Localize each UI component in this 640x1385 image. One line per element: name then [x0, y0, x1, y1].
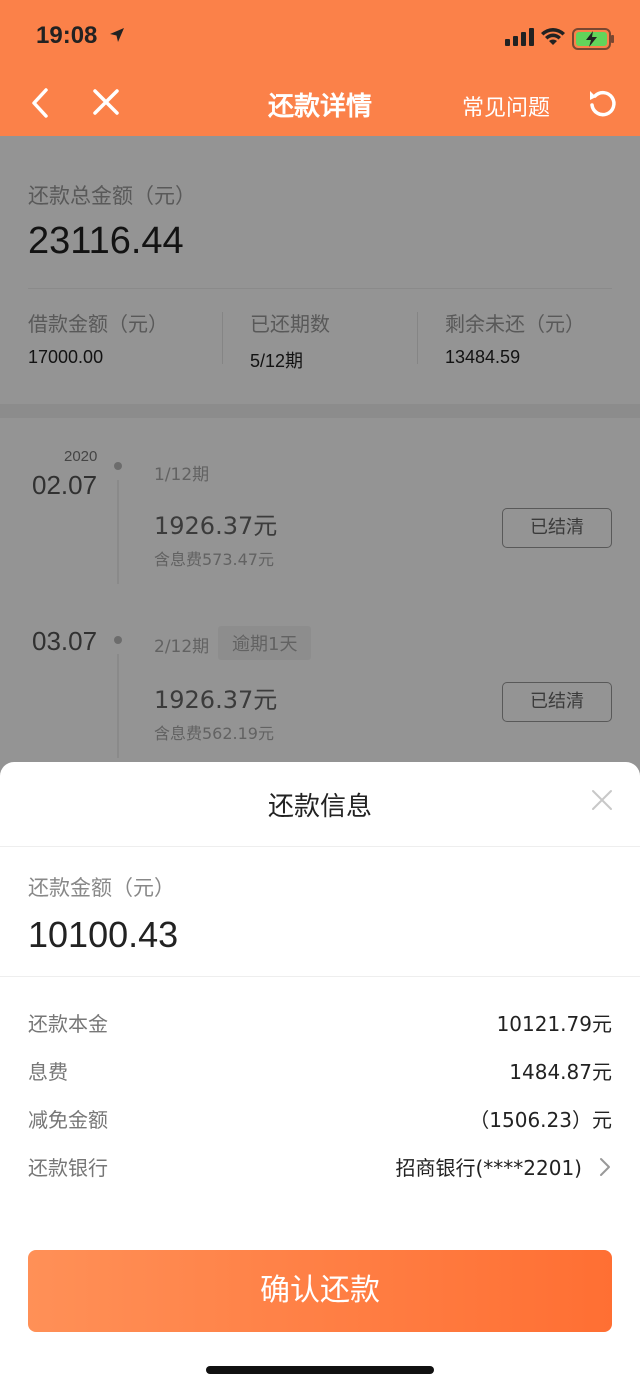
chevron-right-icon[interactable]: [598, 1156, 612, 1178]
repay-amount-label: 还款金额（元）: [28, 876, 175, 900]
row-value: 10121.79元: [496, 1012, 612, 1036]
status-bar: 19:08: [0, 0, 640, 76]
confirm-repay-button[interactable]: 确认还款: [28, 1250, 612, 1332]
row-bank[interactable]: 还款银行 招商银行(****2201): [28, 1152, 612, 1182]
refresh-icon[interactable]: [586, 86, 620, 120]
status-time: 19:08: [36, 22, 98, 49]
divider: [0, 846, 640, 847]
row-label: 还款银行: [28, 1156, 108, 1180]
row-principal: 还款本金 10121.79元: [28, 1008, 612, 1038]
header: 19:08 还款详情 常见问题: [0, 0, 640, 136]
signal-icon: [505, 28, 534, 46]
row-waived: 减免金额 （1506.23）元: [28, 1104, 612, 1134]
divider: [0, 976, 640, 977]
row-value: 1484.87元: [509, 1060, 612, 1084]
bank-value[interactable]: 招商银行(****2201): [395, 1152, 582, 1181]
row-label: 息费: [28, 1060, 68, 1084]
repayment-info-sheet: 还款信息 还款金额（元） 10100.43 还款本金 10121.79元 息费 …: [0, 762, 640, 1385]
sheet-title: 还款信息: [267, 792, 372, 822]
row-value: （1506.23）元: [469, 1108, 612, 1132]
nav-bar: 还款详情 常见问题: [0, 76, 640, 136]
location-arrow-icon: [110, 28, 124, 42]
battery-charging-icon: [572, 28, 614, 50]
wifi-icon: [541, 28, 565, 45]
home-indicator[interactable]: [206, 1366, 434, 1374]
row-interest-fee: 息费 1484.87元: [28, 1056, 612, 1086]
faq-link[interactable]: 常见问题: [462, 90, 550, 122]
repay-amount-value: 10100.43: [28, 914, 179, 955]
row-label: 还款本金: [28, 1012, 108, 1036]
row-label: 减免金额: [28, 1108, 108, 1132]
close-icon[interactable]: [590, 788, 614, 812]
